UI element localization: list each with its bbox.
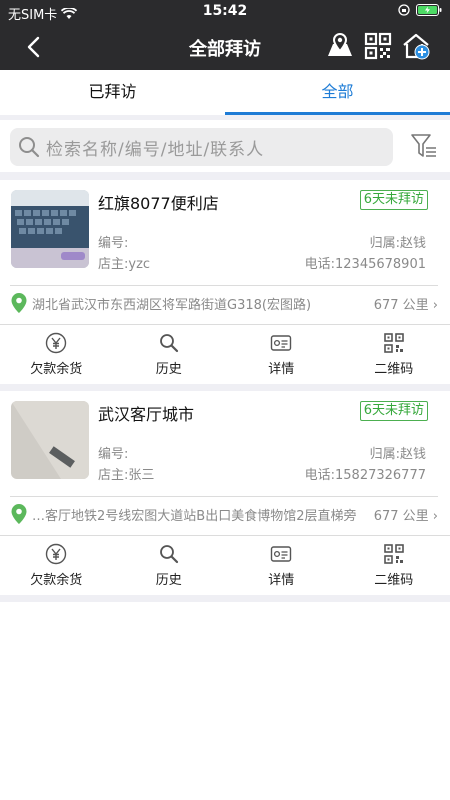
- search-icon: [19, 137, 40, 158]
- store-card[interactable]: 红旗8077便利店 6天未拜访 编号: 归属:赵钱 店主:yzc 电话:1234…: [0, 180, 450, 384]
- map-icon[interactable]: [326, 32, 354, 60]
- debt-stock-button[interactable]: 欠款余货: [0, 326, 113, 380]
- qrcode-icon[interactable]: [364, 32, 392, 60]
- search-icon: [159, 334, 178, 353]
- store-keeper: 店主:张三: [98, 468, 155, 483]
- store-distance: 677 公里 ›: [373, 509, 438, 524]
- address-row[interactable]: …客厅地铁2号线宏图大道站B出口美食博物馆2层直梯旁 677 公里 ›: [0, 499, 450, 529]
- store-thumbnail: [11, 401, 89, 479]
- qrcode-button[interactable]: 二维码: [338, 537, 450, 591]
- action-label: 历史: [155, 362, 182, 377]
- action-label: 二维码: [374, 362, 414, 377]
- orientation-lock-icon: [398, 4, 410, 16]
- action-label: 详情: [268, 362, 295, 377]
- divider: [10, 285, 438, 286]
- store-owner-group: 归属:赵钱: [369, 447, 426, 462]
- action-label: 历史: [155, 573, 182, 588]
- store-keeper: 店主:yzc: [98, 257, 151, 272]
- status-badge: 6天未拜访: [359, 401, 428, 421]
- list-empty-area: [0, 602, 450, 800]
- status-badge: 6天未拜访: [359, 190, 428, 210]
- history-button[interactable]: 历史: [113, 537, 226, 591]
- divider: [10, 496, 438, 497]
- action-label: 二维码: [374, 573, 414, 588]
- location-pin-icon: [11, 293, 27, 313]
- store-name: 武汉客厅城市: [98, 405, 195, 424]
- store-action-bar: 欠款余货 历史 详情 二维码: [0, 537, 450, 591]
- search-input[interactable]: 检索名称/编号/地址/联系人: [10, 128, 393, 166]
- divider: [0, 535, 450, 536]
- store-phone[interactable]: 电话:15827326777: [305, 464, 426, 483]
- battery-icon: [416, 4, 442, 16]
- detail-icon: [271, 335, 292, 351]
- store-card[interactable]: 武汉客厅城市 6天未拜访 编号: 归属:赵钱 店主:张三 电话:15827326…: [0, 391, 450, 595]
- history-button[interactable]: 历史: [113, 326, 226, 380]
- qrcode-icon: [383, 333, 404, 353]
- search-placeholder: 检索名称/编号/地址/联系人: [46, 139, 265, 160]
- chevron-right-icon: ›: [428, 298, 438, 313]
- tab-bar: 已拜访 全部: [0, 70, 450, 115]
- debt-stock-button[interactable]: 欠款余货: [0, 537, 113, 591]
- action-label: 欠款余货: [30, 362, 83, 377]
- details-button[interactable]: 详情: [225, 537, 338, 591]
- store-action-bar: 欠款余货 历史 详情 二维码: [0, 326, 450, 380]
- filter-icon[interactable]: [410, 132, 438, 160]
- divider: [0, 324, 450, 325]
- tab-visited[interactable]: 已拜访: [0, 70, 225, 115]
- yen-icon: [46, 543, 67, 565]
- details-button[interactable]: 详情: [225, 326, 338, 380]
- chevron-right-icon: ›: [428, 509, 438, 524]
- clock: 15:42: [202, 3, 248, 19]
- location-pin-icon: [11, 504, 27, 524]
- store-address: …客厅地铁2号线宏图大道站B出口美食博物馆2层直梯旁: [32, 509, 357, 524]
- action-label: 欠款余货: [30, 573, 83, 588]
- action-label: 详情: [268, 573, 295, 588]
- qrcode-icon: [383, 544, 404, 564]
- home-add-icon[interactable]: [402, 32, 430, 60]
- store-address: 湖北省武汉市东西湖区将军路街道G318(宏图路): [32, 298, 312, 313]
- navigation-bar: 全部拜访: [0, 24, 450, 70]
- search-bar: 检索名称/编号/地址/联系人: [0, 120, 450, 172]
- qrcode-button[interactable]: 二维码: [338, 326, 450, 380]
- store-phone[interactable]: 电话:12345678901: [305, 253, 426, 272]
- store-code: 编号:: [98, 447, 129, 462]
- search-icon: [159, 545, 178, 564]
- address-row[interactable]: 湖北省武汉市东西湖区将军路街道G318(宏图路) 677 公里 ›: [0, 288, 450, 318]
- store-name: 红旗8077便利店: [98, 194, 219, 213]
- store-distance: 677 公里 ›: [373, 298, 438, 313]
- store-owner-group: 归属:赵钱: [369, 236, 426, 251]
- yen-icon: [46, 332, 67, 354]
- store-code: 编号:: [98, 236, 129, 251]
- store-thumbnail: [11, 190, 89, 268]
- status-bar: 无SIM卡 15:42: [0, 0, 450, 24]
- tab-all[interactable]: 全部: [225, 70, 450, 115]
- detail-icon: [271, 546, 292, 562]
